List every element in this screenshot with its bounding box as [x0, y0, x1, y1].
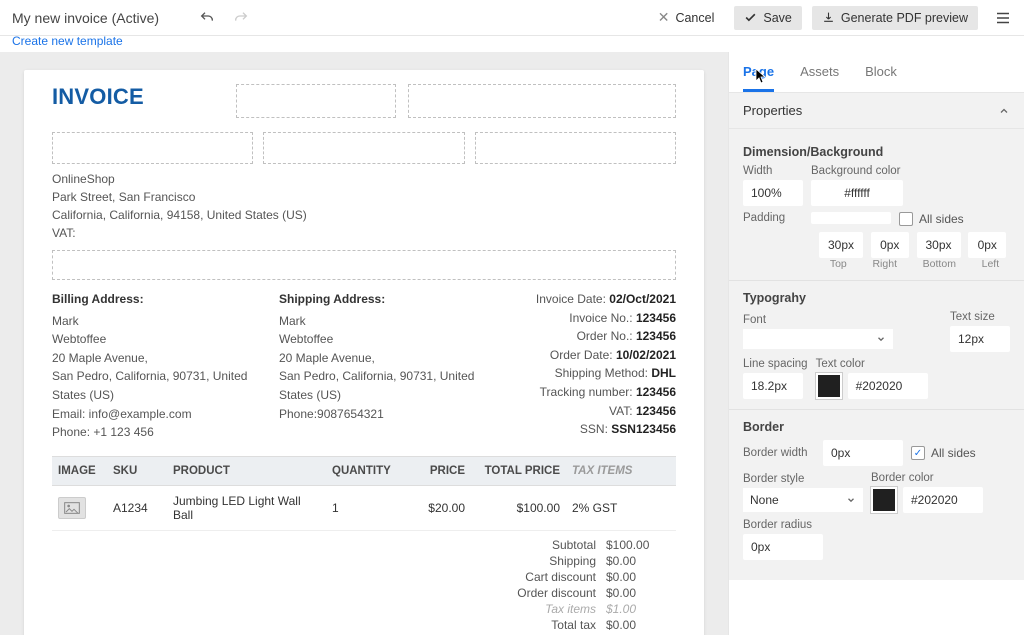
properties-label: Properties	[743, 103, 802, 118]
dimension-title: Dimension/Background	[743, 145, 1010, 159]
chevron-up-icon	[998, 105, 1010, 117]
save-label: Save	[763, 11, 792, 25]
pad-right-input[interactable]: 0px	[871, 232, 909, 258]
items-table: IMAGE SKU PRODUCT QUANTITY PRICE TOTAL P…	[52, 456, 676, 531]
placeholder-box[interactable]	[52, 132, 253, 164]
topbar-actions: ✕ Cancel Save Generate PDF preview	[648, 4, 1012, 31]
properties-panel: Dimension/Background Width 100% Backgrou…	[729, 129, 1024, 580]
placeholder-box[interactable]	[263, 132, 464, 164]
save-button[interactable]: Save	[734, 6, 802, 30]
width-input[interactable]: 100%	[743, 180, 803, 206]
create-template-link[interactable]: Create new template	[12, 34, 1024, 48]
topbar: My new invoice (Active) ✕ Cancel Save Ge…	[0, 0, 1024, 36]
close-icon: ✕	[658, 9, 670, 26]
billing-address: Billing Address: Mark Webtoffee 20 Maple…	[52, 290, 279, 442]
border-allsides-checkbox[interactable]: ✓ All sides	[911, 446, 976, 460]
borderradius-input[interactable]: 0px	[743, 534, 823, 560]
bordercolor-input[interactable]: #202020	[903, 487, 983, 513]
font-select[interactable]	[743, 329, 893, 349]
borderstyle-select[interactable]: None	[743, 488, 863, 512]
canvas-area: INVOICE OnlineShop Park Street, San Fran…	[0, 52, 728, 635]
sidebar-tabs: Page Assets Block	[729, 52, 1024, 93]
menu-icon[interactable]	[994, 9, 1012, 27]
chevron-down-icon	[846, 495, 856, 505]
invoice-paper[interactable]: INVOICE OnlineShop Park Street, San Fran…	[24, 70, 704, 635]
pad-top-input[interactable]: 30px	[819, 232, 863, 258]
properties-header[interactable]: Properties	[729, 93, 1024, 129]
billing-label: Billing Address:	[52, 290, 279, 309]
padding-allsides-checkbox[interactable]: All sides	[899, 212, 964, 226]
company-name: OnlineShop	[52, 170, 676, 188]
undo-redo-group	[199, 10, 249, 26]
chevron-down-icon	[876, 334, 886, 344]
checkbox-icon	[899, 212, 913, 226]
bordercolor-swatch[interactable]	[871, 487, 897, 513]
generate-pdf-button[interactable]: Generate PDF preview	[812, 6, 978, 30]
company-address: OnlineShop Park Street, San Francisco Ca…	[52, 170, 676, 242]
redo-icon[interactable]	[233, 10, 249, 26]
tab-block[interactable]: Block	[865, 64, 897, 92]
placeholder-box[interactable]	[236, 84, 396, 118]
main-layout: INVOICE OnlineShop Park Street, San Fran…	[0, 52, 1024, 635]
table-header: IMAGE SKU PRODUCT QUANTITY PRICE TOTAL P…	[52, 456, 676, 486]
invoice-title: INVOICE	[52, 84, 144, 110]
generate-label: Generate PDF preview	[841, 11, 968, 25]
pad-left-input[interactable]: 0px	[968, 232, 1006, 258]
bgcolor-input[interactable]: #ffffff	[811, 180, 903, 206]
shipping-label: Shipping Address:	[279, 290, 506, 309]
cancel-button[interactable]: ✕ Cancel	[648, 4, 725, 31]
placeholder-box[interactable]	[52, 250, 676, 280]
textsize-input[interactable]: 12px	[950, 326, 1010, 352]
check-icon	[744, 11, 757, 24]
textcolor-swatch[interactable]	[816, 373, 842, 399]
sidebar: Page Assets Block Properties Dimension/B…	[728, 52, 1024, 635]
cancel-label: Cancel	[675, 11, 714, 25]
summary: Subtotal$100.00 Shipping$0.00 Cart disco…	[52, 537, 676, 635]
table-row: A1234 Jumbing LED Light Wall Ball 1 $20.…	[52, 486, 676, 531]
borderwidth-input[interactable]: 0px	[823, 440, 903, 466]
placeholder-box[interactable]	[408, 84, 676, 118]
linespacing-input[interactable]: 18.2px	[743, 373, 803, 399]
download-icon	[822, 11, 835, 24]
undo-icon[interactable]	[199, 10, 215, 26]
company-street: Park Street, San Francisco	[52, 188, 676, 206]
checkbox-checked-icon: ✓	[911, 446, 925, 460]
padding-input[interactable]	[811, 212, 891, 224]
document-title: My new invoice (Active)	[12, 10, 159, 26]
invoice-meta: Invoice Date: 02/Oct/2021 Invoice No.: 1…	[506, 290, 676, 442]
shipping-address: Shipping Address: Mark Webtoffee 20 Mapl…	[279, 290, 506, 442]
tab-assets[interactable]: Assets	[800, 64, 839, 92]
pad-bottom-input[interactable]: 30px	[917, 232, 961, 258]
textcolor-input[interactable]: #202020	[848, 373, 928, 399]
border-title: Border	[743, 420, 1010, 434]
image-placeholder-icon	[58, 497, 86, 519]
placeholder-box[interactable]	[475, 132, 676, 164]
company-region: California, California, 94158, United St…	[52, 206, 676, 224]
typography-title: Typograhy	[743, 291, 1010, 305]
tab-page[interactable]: Page	[743, 64, 774, 92]
company-vat: VAT:	[52, 224, 676, 242]
